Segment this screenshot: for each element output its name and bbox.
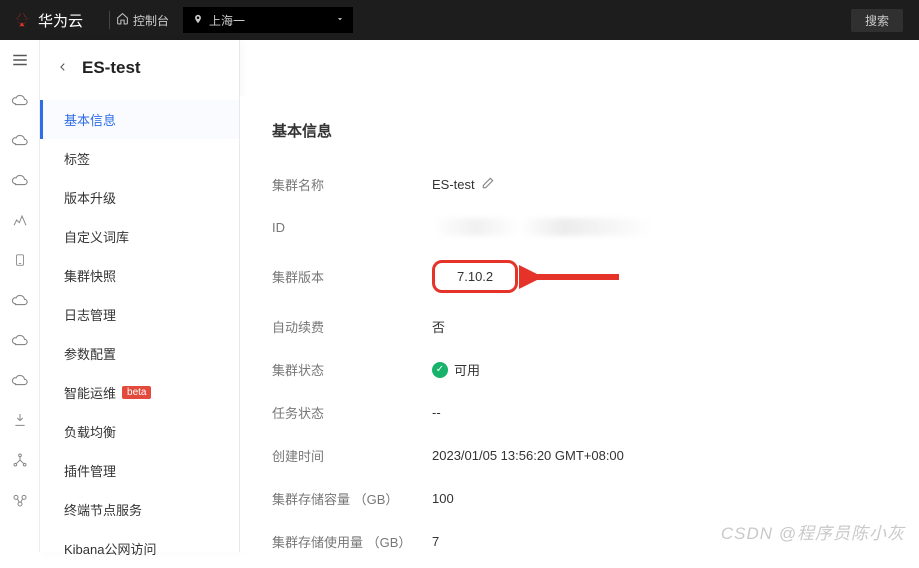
sidebar-item-label: 终端节点服务 [64, 500, 142, 519]
sidebar-item-label: 标签 [64, 149, 90, 168]
sidebar-item-1[interactable]: 标签 [40, 139, 239, 178]
label: 集群名称 [272, 175, 432, 194]
huawei-logo-icon [12, 10, 32, 30]
row-id: ID [272, 206, 887, 248]
sidebar-item-label: 智能运维 [64, 383, 116, 402]
deploy-icon[interactable] [10, 410, 30, 430]
row-storage: 集群存储容量 （GB） 100 [272, 477, 887, 520]
label: 集群状态 [272, 360, 432, 379]
row-cluster-name: 集群名称 ES-test [272, 163, 887, 206]
cloud-icon[interactable] [10, 170, 30, 190]
main-content: 基本信息 集群名称 ES-test ID 集群版本 7.10.2 [240, 40, 919, 552]
sidebar-item-7[interactable]: 智能运维 beta [40, 373, 239, 412]
cloud-icon[interactable] [10, 90, 30, 110]
id-blurred [432, 218, 652, 236]
annotation-arrow-icon [519, 257, 629, 297]
label: 集群存储容量 （GB） [272, 489, 432, 508]
sidebar-item-label: 插件管理 [64, 461, 116, 480]
sidebar-item-label: 集群快照 [64, 266, 116, 285]
device-icon[interactable] [10, 250, 30, 270]
sidebar-item-3[interactable]: 自定义词库 [40, 217, 239, 256]
location-icon [193, 13, 203, 28]
sidebar-item-11[interactable]: Kibana公网访问 [40, 529, 239, 568]
row-created: 创建时间 2023/01/05 13:56:20 GMT+08:00 [272, 434, 887, 477]
sidebar-header: ES-test [40, 40, 239, 92]
sidebar-item-label: 自定义词库 [64, 227, 129, 246]
region-select[interactable]: 上海一 [183, 7, 353, 33]
label: ID [272, 220, 432, 235]
search-label: 搜索 [865, 14, 889, 28]
topbar: 华为云 控制台 上海一 搜索 [0, 0, 919, 40]
basic-info-card: 基本信息 集群名称 ES-test ID 集群版本 7.10.2 [240, 96, 919, 552]
label: 集群存储使用量 （GB） [272, 532, 432, 551]
row-auto-renew: 自动续费 否 [272, 305, 887, 348]
value: 7.10.2 [432, 260, 518, 293]
value: -- [432, 405, 441, 420]
value: 7 [432, 534, 439, 549]
cloud-icon[interactable] [10, 330, 30, 350]
sidebar-item-label: 参数配置 [64, 344, 116, 363]
sidebar-item-9[interactable]: 插件管理 [40, 451, 239, 490]
version-highlight-box: 7.10.2 [432, 260, 518, 293]
divider [109, 11, 110, 29]
sidebar-item-label: 基本信息 [64, 110, 116, 129]
sidebar-item-4[interactable]: 集群快照 [40, 256, 239, 295]
sidebar-item-10[interactable]: 终端节点服务 [40, 490, 239, 529]
sidebar-list: 基本信息标签版本升级自定义词库集群快照日志管理参数配置智能运维 beta 负载均衡插… [40, 92, 239, 568]
console-label: 控制台 [133, 12, 169, 29]
cluster-name-value: ES-test [432, 177, 475, 192]
sidebar: ES-test 基本信息标签版本升级自定义词库集群快照日志管理参数配置智能运维 b… [40, 40, 240, 552]
network-icon[interactable] [10, 450, 30, 470]
value: 100 [432, 491, 454, 506]
label: 创建时间 [272, 446, 432, 465]
label: 任务状态 [272, 403, 432, 422]
console-link[interactable]: 控制台 [116, 12, 169, 29]
value: ES-test [432, 176, 495, 193]
sidebar-item-label: Kibana公网访问 [64, 539, 156, 558]
sidebar-item-2[interactable]: 版本升级 [40, 178, 239, 217]
cloud-icon[interactable] [10, 130, 30, 150]
version-value: 7.10.2 [457, 269, 493, 284]
chevron-down-icon [335, 13, 345, 27]
value: 否 [432, 317, 445, 336]
row-task: 任务状态 -- [272, 391, 887, 434]
value: ✓ 可用 [432, 360, 480, 379]
sidebar-item-0[interactable]: 基本信息 [40, 100, 239, 139]
region-value: 上海一 [209, 12, 245, 29]
row-status: 集群状态 ✓ 可用 [272, 348, 887, 391]
label: 集群版本 [272, 267, 432, 286]
beta-badge: beta [122, 386, 151, 399]
row-version: 集群版本 7.10.2 [272, 248, 887, 305]
sidebar-item-label: 负载均衡 [64, 422, 116, 441]
sidebar-item-6[interactable]: 参数配置 [40, 334, 239, 373]
card-title: 基本信息 [272, 120, 887, 141]
analytics-icon[interactable] [10, 210, 30, 230]
sidebar-item-label: 日志管理 [64, 305, 116, 324]
edit-icon[interactable] [481, 176, 495, 193]
status-icon[interactable] [10, 490, 30, 510]
label: 自动续费 [272, 317, 432, 336]
sidebar-item-5[interactable]: 日志管理 [40, 295, 239, 334]
cloud-icon[interactable] [10, 290, 30, 310]
cloud-icon[interactable] [10, 370, 30, 390]
value: 2023/01/05 13:56:20 GMT+08:00 [432, 448, 624, 463]
brand: 华为云 [12, 10, 83, 31]
status-ok-icon: ✓ [432, 362, 448, 378]
search-button[interactable]: 搜索 [851, 9, 903, 32]
home-icon [116, 12, 129, 28]
back-icon[interactable] [58, 59, 68, 78]
status-value: 可用 [454, 360, 480, 379]
menu-icon[interactable] [10, 50, 30, 70]
page-title: ES-test [82, 58, 141, 78]
brand-text: 华为云 [38, 10, 83, 31]
row-storage-used: 集群存储使用量 （GB） 7 [272, 520, 887, 552]
sidebar-item-8[interactable]: 负载均衡 [40, 412, 239, 451]
value [432, 218, 652, 236]
icon-rail [0, 40, 40, 552]
sidebar-item-label: 版本升级 [64, 188, 116, 207]
